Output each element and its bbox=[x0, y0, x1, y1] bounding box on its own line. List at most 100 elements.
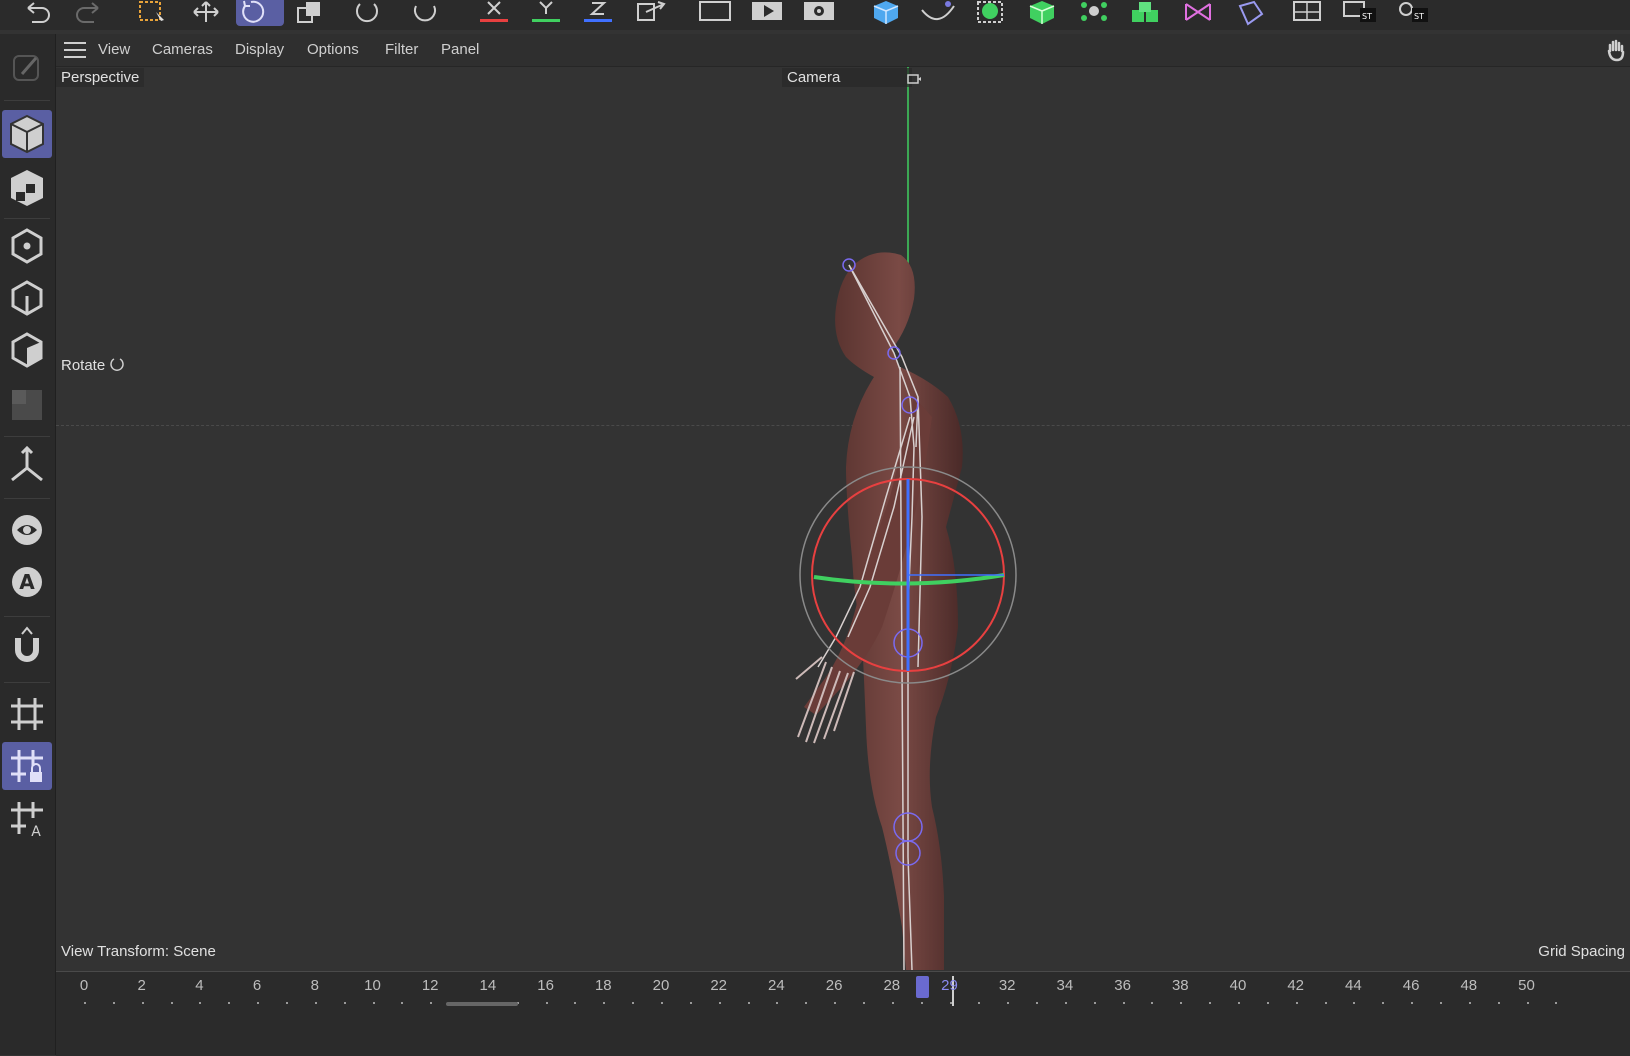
timeline-tick-mark bbox=[199, 1002, 202, 1004]
edges-mode-icon[interactable] bbox=[2, 274, 52, 322]
world-coordinate-icon[interactable] bbox=[632, 0, 672, 26]
rotate-alt-icon[interactable] bbox=[406, 0, 446, 26]
texture-mode-icon[interactable] bbox=[2, 164, 52, 212]
uv-mode-icon[interactable] bbox=[2, 382, 52, 430]
polygons-mode-icon[interactable] bbox=[2, 326, 52, 374]
timeline-tick-label: 6 bbox=[252, 977, 262, 994]
timeline-tick-label: 20 bbox=[652, 977, 670, 994]
hamburger-menu-icon[interactable] bbox=[64, 42, 86, 58]
timeline-tick-label: 12 bbox=[421, 977, 439, 994]
timeline-tick-mark bbox=[718, 1002, 721, 1004]
timeline-tick-mark bbox=[891, 1002, 894, 1004]
timeline-tick-mark bbox=[805, 1002, 808, 1004]
timeline-tick-mark bbox=[1122, 1002, 1125, 1004]
live-selection-icon[interactable] bbox=[134, 0, 174, 26]
timeline-tick-label: 48 bbox=[1460, 977, 1478, 994]
render-icon[interactable] bbox=[748, 0, 788, 26]
view-transform-label: View Transform: Scene bbox=[61, 943, 216, 960]
scale-icon[interactable] bbox=[292, 0, 332, 26]
timeline-tick-label: 46 bbox=[1402, 977, 1420, 994]
workplane-icon[interactable] bbox=[2, 690, 52, 738]
rotate-gizmo[interactable] bbox=[799, 466, 1017, 684]
camera-switch-icon[interactable] bbox=[906, 71, 922, 87]
timeline-tick-mark bbox=[747, 1002, 750, 1004]
menu-display[interactable]: Display bbox=[235, 41, 284, 58]
render-view-icon[interactable] bbox=[696, 0, 736, 26]
workplane-lock-icon[interactable] bbox=[2, 742, 52, 790]
timeline-tick-mark bbox=[1411, 1002, 1414, 1004]
hand-pan-icon[interactable] bbox=[1604, 38, 1628, 62]
environment-icon[interactable] bbox=[1230, 0, 1270, 26]
timeline-tick-label: 8 bbox=[310, 977, 319, 994]
redo-icon[interactable] bbox=[68, 0, 108, 26]
timeline-tick-mark bbox=[1151, 1002, 1154, 1004]
rotate-icon[interactable] bbox=[236, 0, 284, 26]
perspective-viewport[interactable]: Perspective Camera Rotate View Transform… bbox=[56, 67, 1630, 970]
snap-icon[interactable] bbox=[2, 624, 52, 672]
move-icon[interactable] bbox=[186, 0, 226, 26]
timeline-tick-mark bbox=[257, 1002, 260, 1004]
light-icon[interactable]: ST bbox=[1340, 0, 1380, 26]
timeline-tick-mark bbox=[170, 1002, 173, 1004]
mograph-icon[interactable] bbox=[1074, 0, 1114, 26]
timeline-tick-mark bbox=[1526, 1002, 1529, 1004]
generator-icon[interactable] bbox=[970, 0, 1010, 26]
render-settings-icon[interactable] bbox=[800, 0, 840, 26]
workplane-align-icon[interactable]: A bbox=[2, 794, 52, 842]
edit-icon[interactable] bbox=[2, 44, 52, 92]
deformer-icon[interactable] bbox=[1126, 0, 1166, 26]
timeline-tick-label: 10 bbox=[364, 977, 381, 994]
menu-filter[interactable]: Filter bbox=[385, 41, 418, 58]
camera-label[interactable]: Camera bbox=[782, 68, 912, 87]
menu-cameras[interactable]: Cameras bbox=[152, 41, 213, 58]
nurbs-icon[interactable] bbox=[1022, 0, 1062, 26]
solo-icon[interactable]: A bbox=[2, 558, 52, 606]
spline-icon[interactable] bbox=[918, 0, 958, 26]
timeline-ruler[interactable]: 0 2 4 6 8 10 12 14 16 18 20 22 24 26 28 29 32 34 36 38 40 42 4… bbox=[56, 971, 1630, 1056]
rotate-ring-icon[interactable] bbox=[348, 0, 388, 26]
timeline-tick-mark bbox=[574, 1002, 577, 1004]
timeline-tick-label: 42 bbox=[1287, 977, 1305, 994]
left-toolbar: A A bbox=[0, 34, 56, 1055]
z-axis-icon[interactable] bbox=[578, 0, 618, 26]
timeline-tick-label: 36 bbox=[1114, 977, 1131, 994]
timeline-tick-label: 50 bbox=[1518, 977, 1535, 994]
timeline-tick-mark bbox=[228, 1002, 231, 1004]
timeline-tick-mark bbox=[632, 1002, 635, 1004]
model-mode-icon[interactable] bbox=[2, 110, 52, 158]
points-mode-icon[interactable] bbox=[2, 222, 52, 270]
timeline-tick-mark bbox=[343, 1002, 346, 1004]
timeline-tick-mark bbox=[545, 1002, 548, 1004]
y-axis-icon[interactable] bbox=[526, 0, 566, 26]
timeline-tick-mark bbox=[1209, 1002, 1212, 1004]
axis-mode-icon[interactable] bbox=[2, 440, 52, 488]
main-toolbar: ST ST bbox=[0, 0, 1630, 30]
floor-icon[interactable]: ST bbox=[1392, 0, 1432, 26]
timeline-tick-label: 29 bbox=[941, 977, 958, 994]
timeline-tick-label: 16 bbox=[537, 977, 554, 994]
timeline-tick-label: 2 bbox=[137, 977, 146, 994]
timeline-tick-mark bbox=[689, 1002, 692, 1004]
timeline-scrollbar[interactable] bbox=[446, 1002, 518, 1006]
undo-icon[interactable] bbox=[18, 0, 58, 26]
menu-panel[interactable]: Panel bbox=[441, 41, 479, 58]
timeline-tick-label: 0 bbox=[79, 977, 89, 994]
menu-options[interactable]: Options bbox=[307, 41, 359, 58]
timeline-tick-mark bbox=[1497, 1002, 1500, 1004]
timeline-tick-mark bbox=[1036, 1002, 1039, 1004]
field-icon[interactable] bbox=[1178, 0, 1218, 26]
cube-icon[interactable] bbox=[866, 0, 906, 26]
timeline-tick-mark bbox=[776, 1002, 779, 1004]
timeline-tick-mark bbox=[1353, 1002, 1356, 1004]
timeline-tick-mark bbox=[314, 1002, 317, 1004]
visibility-icon[interactable] bbox=[2, 506, 52, 554]
tool-label: Rotate bbox=[56, 355, 130, 377]
timeline-tick-label: 26 bbox=[825, 977, 843, 994]
svg-text:ST: ST bbox=[1362, 12, 1372, 21]
menu-view[interactable]: View bbox=[98, 41, 130, 58]
svg-text:A: A bbox=[31, 824, 41, 840]
x-axis-icon[interactable] bbox=[474, 0, 514, 26]
camera-icon[interactable] bbox=[1288, 0, 1328, 26]
playhead[interactable] bbox=[916, 976, 929, 998]
viewport-name-label[interactable]: Perspective bbox=[56, 68, 145, 87]
